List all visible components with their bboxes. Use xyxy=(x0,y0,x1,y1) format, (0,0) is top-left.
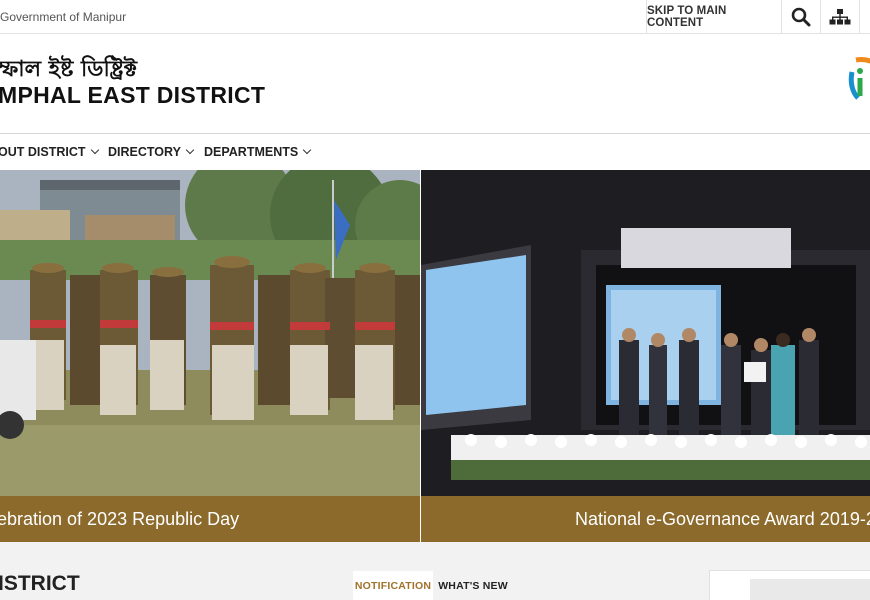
sitemap-icon xyxy=(829,8,851,24)
search-icon xyxy=(791,7,811,26)
slide-caption: ebration of 2023 Republic Day xyxy=(0,496,420,542)
search-button[interactable] xyxy=(782,0,821,33)
site-header: ম্ফাল ইষ্ট ডিষ্ট্রিক্ট MPHAL EAST DISTRI… xyxy=(0,34,870,134)
profile-card xyxy=(709,570,870,600)
slide-republic-day[interactable]: ebration of 2023 Republic Day xyxy=(0,170,420,542)
nav-about-district-label: OUT DISTRICT xyxy=(0,145,86,159)
sitemap-button[interactable] xyxy=(821,0,860,33)
content-section: ISTRICT NOTIFICATION WHAT'S NEW xyxy=(0,542,870,600)
slide-egovernance-caption: National e-Governance Award 2019-2 xyxy=(575,508,870,529)
skip-to-main-content-link[interactable]: SKIP TO MAIN CONTENT xyxy=(646,0,782,33)
section-heading: ISTRICT xyxy=(0,572,80,595)
government-link[interactable]: Government of Manipur xyxy=(0,10,126,24)
nav-departments-label: DEPARTMENTS xyxy=(204,145,299,159)
top-bar: Government of Manipur SKIP TO MAIN CONTE… xyxy=(0,0,870,34)
digital-india-logo[interactable] xyxy=(846,56,870,104)
tab-whats-new[interactable]: WHAT'S NEW xyxy=(436,571,510,600)
profile-photo xyxy=(750,579,870,600)
tab-notification[interactable]: NOTIFICATION xyxy=(353,571,433,600)
nav-directory[interactable]: DIRECTORY xyxy=(108,145,195,159)
nav-directory-label: DIRECTORY xyxy=(108,145,181,159)
chevron-down-icon xyxy=(185,145,195,155)
slide-caption: National e-Governance Award 2019-2 xyxy=(421,496,870,542)
nav-about-district[interactable]: OUT DISTRICT xyxy=(0,145,99,159)
chevron-down-icon xyxy=(302,145,312,155)
chevron-down-icon xyxy=(90,145,99,155)
slide-egovernance-award[interactable]: National e-Governance Award 2019-2 xyxy=(421,170,870,542)
main-navigation: OUT DISTRICT DIRECTORY DEPARTMENTS xyxy=(0,135,870,170)
republic-day-photo xyxy=(0,170,420,496)
image-carousel: ebration of 2023 Republic Day National e… xyxy=(0,170,870,542)
slide-republic-day-caption: ebration of 2023 Republic Day xyxy=(0,508,240,529)
award-ceremony-photo xyxy=(421,170,870,496)
nav-departments[interactable]: DEPARTMENTS xyxy=(204,145,312,159)
district-title[interactable]: MPHAL EAST DISTRICT xyxy=(0,82,265,109)
